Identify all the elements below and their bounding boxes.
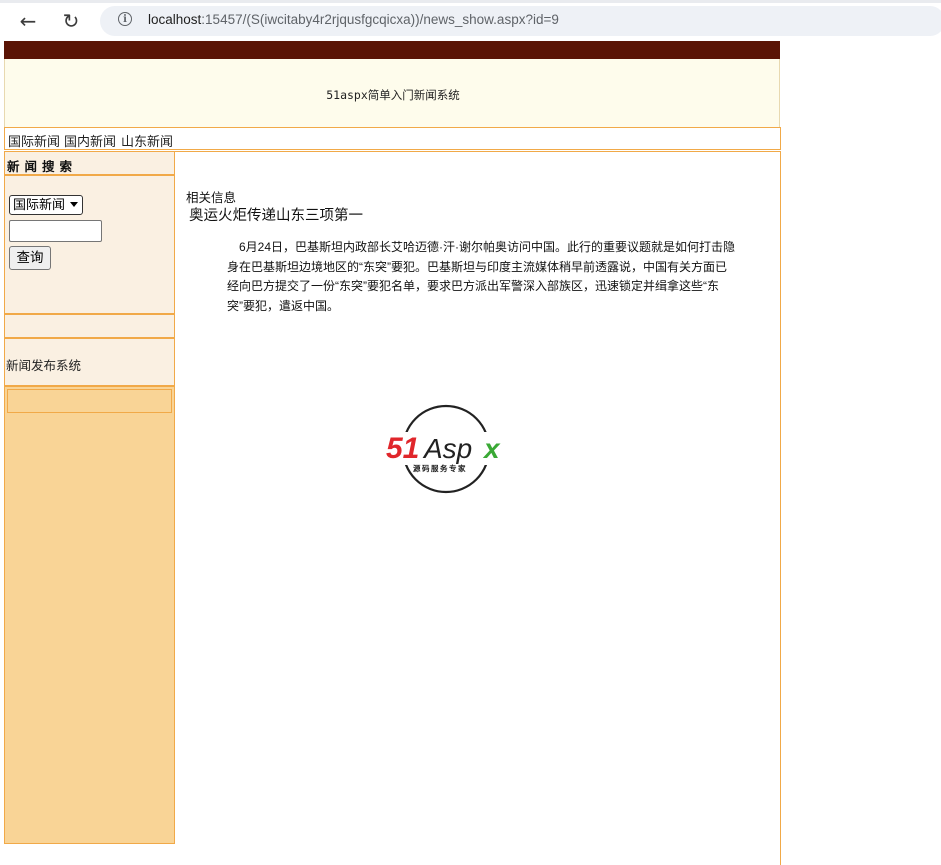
site-title: 51aspx简单入门新闻系统 (326, 88, 460, 102)
search-panel-title: 新闻搜索 (7, 159, 78, 174)
url-host: localhost (148, 12, 202, 27)
category-select[interactable]: 国际新闻 (9, 195, 83, 215)
back-arrow-icon[interactable]: ← (16, 9, 40, 33)
search-button[interactable]: 查询 (9, 246, 51, 270)
logo-brand-red: 51 (386, 432, 419, 465)
sidebar-blank-row (5, 315, 174, 339)
search-input[interactable] (9, 220, 102, 242)
category-select-value: 国际新闻 (13, 197, 66, 212)
site-logo: 51 Asp x 源码服务专家 (382, 404, 512, 494)
news-body: 6月24日，巴基斯坦内政部长艾哈迈德·汗·谢尔帕奥访问中国。此行的重要议题就是如… (227, 240, 736, 313)
logo-brand-green: x (482, 433, 501, 464)
logo-tagline: 源码服务专家 (413, 463, 467, 473)
system-label: 新闻发布系统 (6, 359, 82, 373)
search-panel-header: 新闻搜索 (5, 152, 174, 176)
news-content: 相关信息 奥运火炬传递山东三项第一 6月24日，巴基斯坦内政部长艾哈迈德·汗·谢… (175, 151, 781, 865)
search-panel: 国际新闻 查询 (5, 176, 174, 315)
reload-icon[interactable]: ↻ (59, 9, 83, 33)
page: 51aspx简单入门新闻系统 国际新闻 国内新闻 山东新闻 新闻搜索 国际新闻 … (4, 41, 781, 865)
sidebar-system-row: 新闻发布系统 (5, 339, 174, 387)
top-color-bar (4, 41, 780, 59)
menu-item-shandong[interactable]: 山东新闻 (121, 131, 173, 150)
sidebar-inner-box (7, 389, 172, 413)
logo-brand-black: Asp (422, 433, 472, 464)
menu-item-domestic[interactable]: 国内新闻 (64, 131, 116, 150)
url-path: :15457/(S(iwcitaby4r2rjqusfgcqicxa))/new… (201, 12, 559, 27)
news-category-menu: 国际新闻 国内新闻 山东新闻 (4, 127, 781, 150)
site-banner: 51aspx简单入门新闻系统 (4, 59, 780, 127)
news-title: 奥运火炬传递山东三项第一 (189, 208, 363, 224)
site-info-icon[interactable]: i (118, 12, 132, 26)
sidebar: 新闻搜索 国际新闻 查询 新闻发布系统 (4, 151, 175, 844)
tab-strip-edge (0, 0, 941, 3)
browser-toolbar: ← ↻ i localhost:15457/(S(iwcitaby4r2rjqu… (0, 0, 941, 41)
chevron-down-icon (70, 202, 78, 207)
menu-item-international[interactable]: 国际新闻 (8, 131, 60, 150)
url-text[interactable]: localhost:15457/(S(iwcitaby4r2rjqusfgcqi… (148, 12, 559, 27)
